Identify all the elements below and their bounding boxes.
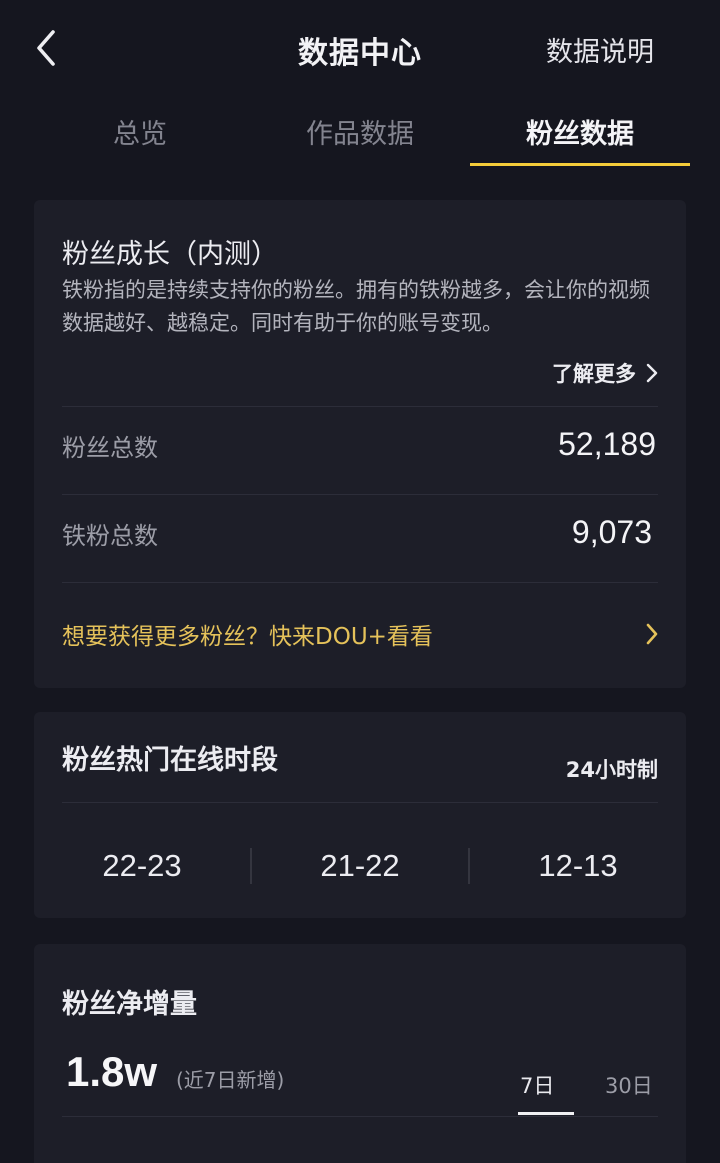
total-fans-label: 粉丝总数 [62, 434, 158, 462]
hot-hours-list: 22-23 21-22 12-13 [34, 838, 686, 894]
net-growth-card: 粉丝净增量 1.8w (近7日新增) 7日 30日 [34, 944, 686, 1163]
learn-more-label: 了解更多 [552, 362, 636, 386]
chevron-right-icon [646, 363, 658, 383]
divider [62, 1116, 658, 1117]
period-30-days[interactable]: 30日 [605, 1070, 653, 1100]
divider [62, 582, 658, 583]
net-growth-note: (近7日新增) [176, 1068, 285, 1092]
dou-plus-promo-link[interactable]: 想要获得更多粉丝？快来DOU+看看 [62, 614, 658, 654]
divider [62, 802, 658, 803]
learn-more-link[interactable]: 了解更多 [552, 358, 658, 388]
online-hours-title: 粉丝热门在线时段 [62, 745, 278, 776]
divider [62, 494, 658, 495]
divider [62, 406, 658, 407]
iron-fans-label: 铁粉总数 [62, 522, 158, 550]
tab-overview[interactable]: 总览 [30, 100, 250, 166]
data-explanation-link[interactable]: 数据说明 [546, 30, 654, 69]
hot-hour-item: 12-13 [538, 848, 618, 883]
top-bar: 数据中心 数据说明 [0, 0, 720, 96]
net-growth-title: 粉丝净增量 [62, 989, 197, 1020]
online-hours-card: 粉丝热门在线时段 24小时制 22-23 21-22 12-13 [34, 712, 686, 918]
clock-format-label: 24小时制 [565, 758, 658, 782]
fan-growth-title: 粉丝成长（内测） [62, 239, 278, 270]
total-fans-value: 52,189 [558, 426, 656, 462]
hot-hour-item: 22-23 [102, 848, 182, 883]
dou-plus-promo-text: 想要获得更多粉丝？快来DOU+看看 [62, 624, 433, 650]
tab-bar: 总览 作品数据 粉丝数据 [30, 100, 690, 166]
fan-growth-card: 粉丝成长（内测） 铁粉指的是持续支持你的粉丝。拥有的铁粉越多，会让你的视频数据越… [34, 200, 686, 688]
active-period-indicator [518, 1112, 574, 1115]
tab-works-data[interactable]: 作品数据 [250, 100, 470, 166]
iron-fans-value: 9,073 [571, 514, 652, 550]
chevron-right-icon [646, 623, 658, 645]
tab-fans-data[interactable]: 粉丝数据 [470, 100, 690, 166]
net-growth-value: 1.8w [66, 1048, 158, 1095]
hot-hour-item: 21-22 [320, 848, 400, 883]
period-7-days[interactable]: 7日 [520, 1070, 554, 1100]
fan-growth-description: 铁粉指的是持续支持你的粉丝。拥有的铁粉越多，会让你的视频数据越好、越稳定。同时有… [62, 278, 650, 335]
